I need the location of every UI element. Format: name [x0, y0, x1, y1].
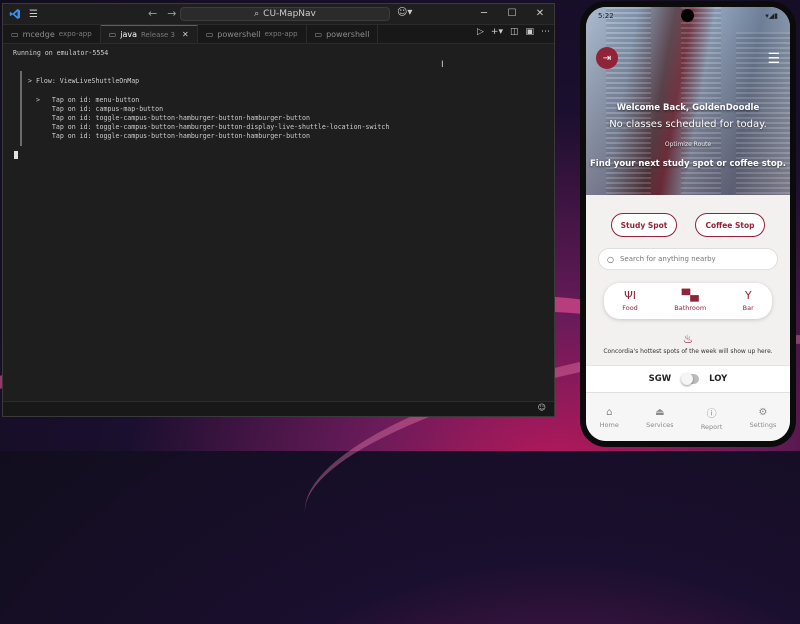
study-spot-button[interactable]: Study Spot: [611, 213, 677, 237]
window-controls: ─ ☐ ✕: [470, 4, 554, 24]
terminal-icon: ▭: [11, 29, 19, 39]
category-label: Bathroom: [674, 304, 707, 312]
navigation-arrows: ← →: [148, 7, 176, 20]
coffee-stop-button[interactable]: Coffee Stop: [695, 213, 765, 237]
nav-label: Report: [700, 423, 723, 431]
tab-actions: ▷ +▾ ◫ ▣ ⋯: [477, 27, 550, 37]
terminal-output[interactable]: Running on emulator-5554 > Flow: ViewLiv…: [3, 44, 554, 402]
signal-battery-icon: ▾◢▮: [765, 12, 778, 20]
close-icon[interactable]: ✕: [182, 30, 189, 39]
campus-switch[interactable]: [681, 373, 700, 385]
terminal-step-line: Tap on id: toggle-campus-button-hamburge…: [36, 114, 310, 122]
terminal-running-line: Running on emulator-5554: [13, 49, 109, 57]
campus-sgw-label: SGW: [648, 374, 672, 384]
forward-arrow-icon[interactable]: →: [167, 7, 176, 20]
terminal-step-line: Tap on id: toggle-campus-button-hamburge…: [36, 132, 310, 140]
command-center-label: CU-MapNav: [263, 9, 316, 19]
status-bar: ☺: [3, 401, 554, 416]
tab-label: powershell: [217, 29, 261, 39]
category-bar[interactable]: Y Bar: [742, 289, 754, 313]
toilet-icon: ▀▄: [681, 289, 699, 302]
tab-java[interactable]: ▭ java Release 3 ✕: [100, 25, 198, 43]
category-bathroom[interactable]: ▀▄ Bathroom: [674, 289, 707, 313]
status-time: 5:22: [598, 12, 614, 20]
tab-description: expo-app: [58, 30, 92, 38]
run-icon[interactable]: ▷: [477, 27, 484, 37]
search-bar[interactable]: ○ Search for anything nearby: [598, 248, 778, 270]
bottom-navigation: ⌂ Home ⏏ Services ⓘ Report ⚙ Settings: [586, 392, 790, 441]
camera-cutout: [681, 9, 694, 22]
terminal-flow-line: > Flow: ViewLiveShuttleOnMap: [28, 77, 140, 85]
vscode-logo-icon: [7, 6, 23, 22]
title-bar: ☰ ← → ⌕ CU-MapNav ☺▾ ─ ☐ ✕: [3, 4, 554, 25]
logout-icon: ⇥: [602, 52, 612, 64]
nav-home[interactable]: ⌂ Home: [600, 407, 619, 429]
report-icon: ⓘ: [706, 409, 717, 420]
nav-label: Settings: [749, 421, 777, 429]
campus-loy-label: LOY: [709, 374, 728, 384]
quick-action-buttons: Study Spot Coffee Stop: [586, 213, 790, 237]
search-placeholder: Search for anything nearby: [619, 255, 716, 263]
back-arrow-icon[interactable]: ←: [148, 7, 157, 20]
nav-services[interactable]: ⏏ Services: [646, 407, 673, 429]
search-icon: ○: [607, 254, 614, 264]
tab-description: expo-app: [264, 30, 298, 38]
lock-icon[interactable]: ▣: [525, 27, 534, 37]
fork-knife-icon: ΨI: [624, 289, 636, 302]
text-cursor-icon: I: [441, 60, 444, 70]
building-image: [736, 32, 790, 195]
fire-icon: ♨: [682, 332, 694, 346]
terminal-cursor: [14, 151, 18, 159]
minimize-icon[interactable]: ─: [470, 4, 498, 24]
find-next-text: Find your next study spot or coffee stop…: [589, 159, 786, 169]
logout-button[interactable]: ⇥: [596, 47, 618, 69]
nav-report[interactable]: ⓘ Report: [701, 405, 723, 431]
optimize-route-link[interactable]: Optimize Route: [586, 141, 790, 148]
home-icon: ⌂: [606, 407, 613, 418]
maximize-icon[interactable]: ☐: [498, 4, 526, 24]
tab-mcedge[interactable]: ▭ mcedge expo-app: [3, 25, 101, 43]
terminal-icon: ▭: [205, 29, 214, 39]
close-icon[interactable]: ✕: [526, 4, 554, 24]
schedule-text: No classes scheduled for today.: [609, 119, 767, 130]
hottest-spots-text: Concordia's hottest spots of the week wi…: [603, 348, 773, 355]
tab-description: Release 3: [140, 30, 176, 39]
campus-toggle-bar: SGW LOY: [586, 365, 790, 392]
tab-powershell-2[interactable]: ▭ powershell: [307, 25, 379, 43]
add-icon[interactable]: +▾: [491, 27, 503, 37]
terminal-icon: ▭: [108, 30, 117, 39]
tab-label: java: [120, 30, 137, 39]
tab-label: mcedge: [22, 29, 55, 39]
menu-icon[interactable]: ☰: [29, 9, 38, 20]
category-card: ΨI Food ▀▄ Bathroom Y Bar: [604, 283, 772, 319]
copilot-icon[interactable]: ☺▾: [397, 7, 412, 18]
split-icon[interactable]: ◫: [510, 27, 519, 37]
tab-label: powershell: [326, 29, 370, 39]
terminal-step-line: > Tap on id: menu-button: [36, 96, 140, 104]
terminal-step-line: Tap on id: toggle-campus-button-hamburge…: [36, 123, 390, 131]
vscode-window: ☰ ← → ⌕ CU-MapNav ☺▾ ─ ☐ ✕ ▭ mcedge expo…: [2, 3, 555, 417]
cocktail-icon: Y: [744, 289, 752, 302]
terminal-tab-bar: ▭ mcedge expo-app ▭ java Release 3 ✕ ▭ p…: [3, 25, 554, 44]
settings-icon: ⚙: [758, 407, 768, 418]
category-food[interactable]: ΨI Food: [622, 289, 638, 313]
command-center[interactable]: ⌕ CU-MapNav: [180, 7, 390, 21]
category-label: Food: [622, 304, 638, 312]
tab-powershell[interactable]: ▭ powershell expo-app: [198, 25, 307, 43]
category-label: Bar: [742, 304, 754, 312]
welcome-text: Welcome Back, GoldenDoodle: [616, 103, 760, 113]
terminal-step-line: Tap on id: campus-map-button: [36, 105, 164, 113]
search-icon: ⌕: [254, 9, 260, 19]
android-emulator: 5:22 ▾◢▮ ⇥ ☰ Welcome Back, GoldenDoodle …: [580, 1, 796, 447]
nav-settings[interactable]: ⚙ Settings: [750, 407, 777, 429]
copilot-status-icon[interactable]: ☺: [538, 403, 546, 412]
more-icon[interactable]: ⋯: [541, 27, 550, 37]
app-screen: 5:22 ▾◢▮ ⇥ ☰ Welcome Back, GoldenDoodle …: [586, 7, 790, 441]
services-icon: ⏏: [655, 407, 665, 418]
nav-label: Services: [646, 421, 674, 429]
flow-indicator: [20, 71, 22, 146]
hamburger-menu-icon[interactable]: ☰: [767, 51, 780, 67]
nav-label: Home: [599, 421, 619, 429]
terminal-icon: ▭: [314, 29, 323, 39]
